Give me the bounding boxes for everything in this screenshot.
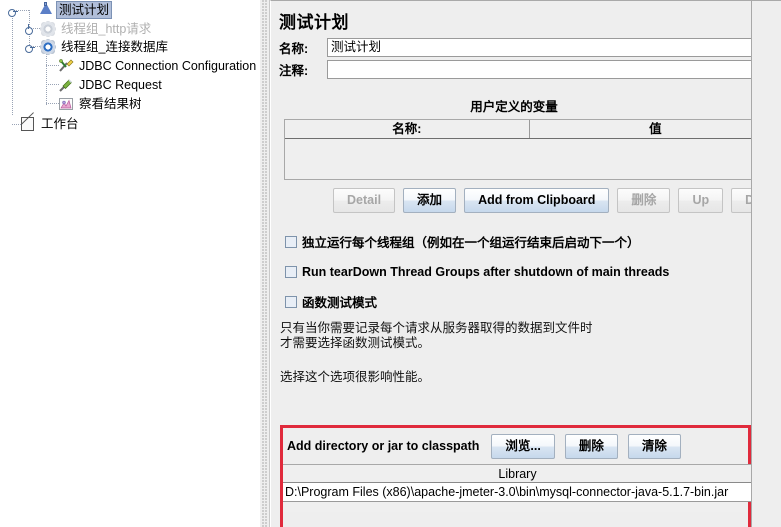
tree-node-label: 线程组_http请求 bbox=[61, 22, 152, 36]
tree-node-label: 测试计划 bbox=[55, 1, 113, 19]
functional-mode-help-line-1: 只有当你需要记录每个请求从服务器取得的数据到文件时 bbox=[280, 321, 593, 335]
tree-node-workbench[interactable]: 工作台 bbox=[20, 115, 81, 133]
functional-test-mode-row[interactable]: 函数测试模式 bbox=[285, 293, 781, 310]
tree-node-thread-group-http[interactable]: 线程组_http请求 bbox=[40, 20, 153, 38]
test-plan-icon bbox=[38, 2, 54, 18]
functional-mode-help-line-3: 选择这个选项很影响性能。 bbox=[280, 370, 431, 384]
test-plan-editor: 测试计划 名称: 测试计划 注释: 用户定义的变量 名称: 值 Detail 添… bbox=[270, 0, 781, 527]
tree-toggle-thread-group-http[interactable] bbox=[25, 24, 34, 35]
jmeter-window: 测试计划 线程组_http请求 线程组_连接数据库 JDBC Connectio… bbox=[0, 0, 781, 527]
tree-node-test-plan[interactable]: 测试计划 bbox=[38, 1, 113, 19]
run-teardown-thread-groups-row[interactable]: Run tearDown Thread Groups after shutdow… bbox=[285, 263, 781, 280]
listener-icon bbox=[58, 96, 74, 112]
comment-input[interactable] bbox=[327, 59, 781, 79]
classpath-clear-button[interactable]: 清除 bbox=[627, 433, 681, 459]
detail-button[interactable]: Detail bbox=[333, 188, 396, 213]
config-element-icon bbox=[58, 58, 74, 74]
down-button[interactable]: Dow bbox=[731, 188, 781, 213]
tree-node-label: 察看结果树 bbox=[79, 97, 142, 111]
user-defined-variables-title: 用户定义的变量 bbox=[470, 100, 558, 114]
column-header-value[interactable]: 值 bbox=[529, 120, 781, 138]
library-row[interactable]: D:\Program Files (x86)\apache-jmeter-3.0… bbox=[283, 483, 752, 502]
tree-node-jdbc-request[interactable]: JDBC Request bbox=[58, 76, 164, 94]
panel-splitter[interactable] bbox=[259, 0, 270, 527]
name-field-row: 名称: 测试计划 bbox=[279, 37, 781, 57]
classpath-toolbar: Add directory or jar to classpath 浏览... … bbox=[283, 428, 748, 464]
run-thread-groups-consecutively-label: 独立运行每个线程组（例如在一个组运行结束后启动下一个） bbox=[302, 236, 640, 250]
library-column-header[interactable]: Library bbox=[283, 464, 752, 483]
tree-node-thread-group-db[interactable]: 线程组_连接数据库 bbox=[40, 38, 170, 56]
column-header-name[interactable]: 名称: bbox=[285, 120, 530, 138]
classpath-label: Add directory or jar to classpath bbox=[287, 439, 480, 453]
sampler-icon bbox=[58, 77, 74, 93]
comment-field-row: 注释: bbox=[279, 59, 781, 79]
tree-node-label: JDBC Request bbox=[79, 78, 162, 92]
add-from-clipboard-button[interactable]: Add from Clipboard bbox=[464, 188, 610, 213]
tree-node-view-results-tree[interactable]: 察看结果树 bbox=[58, 95, 144, 113]
add-button[interactable]: 添加 bbox=[403, 188, 457, 213]
tree-node-label: 线程组_连接数据库 bbox=[61, 40, 168, 54]
tree-toggle-thread-group-db[interactable] bbox=[25, 42, 35, 53]
variables-table-header: 名称: 值 bbox=[285, 120, 781, 139]
name-label: 名称: bbox=[279, 41, 309, 56]
up-button[interactable]: Up bbox=[678, 188, 724, 213]
run-teardown-thread-groups-checkbox[interactable] bbox=[285, 265, 297, 278]
tree-toggle-test-plan[interactable] bbox=[8, 6, 18, 17]
functional-test-mode-label: 函数测试模式 bbox=[302, 296, 378, 310]
variables-button-row: Detail 添加 Add from Clipboard 删除 Up Dow bbox=[271, 188, 781, 213]
library-table-filler bbox=[283, 502, 748, 512]
run-teardown-thread-groups-label: Run tearDown Thread Groups after shutdow… bbox=[302, 264, 670, 279]
splitter-grip[interactable] bbox=[262, 0, 267, 527]
user-defined-variables-table[interactable]: 名称: 值 bbox=[284, 119, 781, 180]
tree-node-label: JDBC Connection Configuration bbox=[79, 59, 257, 73]
tree-line-root bbox=[12, 10, 13, 116]
name-input[interactable]: 测试计划 bbox=[327, 37, 781, 57]
page-title: 测试计划 bbox=[279, 13, 349, 32]
functional-test-mode-checkbox[interactable] bbox=[285, 295, 297, 308]
thread-group-icon bbox=[40, 21, 56, 37]
test-plan-tree[interactable]: 测试计划 线程组_http请求 线程组_连接数据库 JDBC Connectio… bbox=[0, 0, 259, 527]
classpath-delete-button[interactable]: 删除 bbox=[564, 433, 618, 459]
tree-node-label: 工作台 bbox=[41, 117, 79, 131]
comment-label: 注释: bbox=[279, 63, 309, 78]
run-thread-groups-consecutively-row[interactable]: 独立运行每个线程组（例如在一个组运行结束后启动下一个） bbox=[285, 233, 781, 250]
run-thread-groups-consecutively-checkbox[interactable] bbox=[285, 235, 297, 248]
variables-table-body[interactable] bbox=[285, 139, 781, 179]
functional-mode-help-line-2: 才需要选择函数测试模式。 bbox=[280, 336, 431, 350]
workbench-icon bbox=[20, 116, 36, 132]
thread-group-icon bbox=[40, 39, 56, 55]
delete-button[interactable]: 删除 bbox=[617, 188, 671, 213]
classpath-section: Add directory or jar to classpath 浏览... … bbox=[280, 425, 752, 527]
tree-node-jdbc-connection-configuration[interactable]: JDBC Connection Configuration bbox=[58, 57, 258, 75]
browse-button[interactable]: 浏览... bbox=[491, 433, 555, 459]
